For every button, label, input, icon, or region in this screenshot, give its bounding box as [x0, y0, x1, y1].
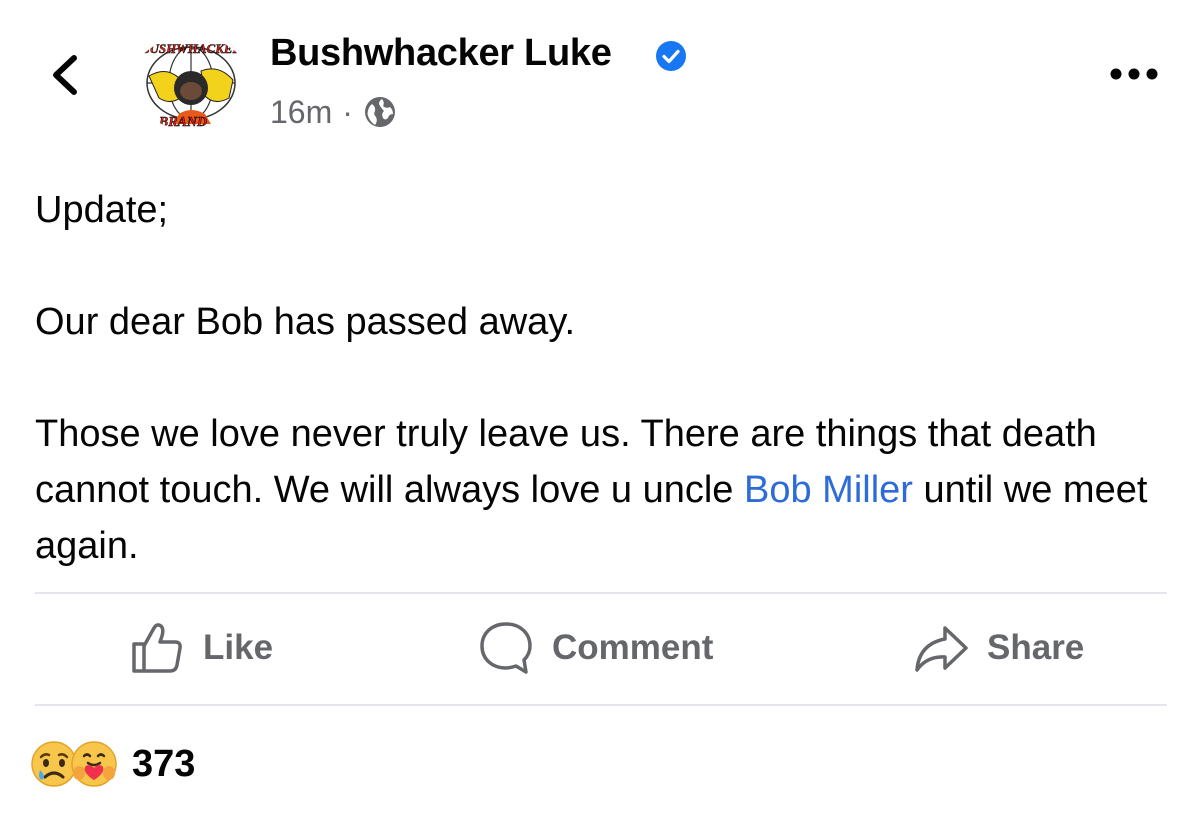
post-meta: 16m · — [270, 92, 397, 132]
back-button[interactable] — [44, 50, 88, 100]
comment-bubble-icon — [480, 622, 532, 674]
divider-bottom — [35, 704, 1167, 706]
reactions-summary[interactable]: 373 — [30, 738, 195, 790]
like-button[interactable]: Like — [129, 620, 273, 676]
thumbs-up-icon — [132, 623, 182, 673]
brand-logo: BUSHWHACKER BRAND — [132, 37, 250, 130]
avatar-text-bottom: BRAND — [158, 115, 207, 130]
mention-link[interactable]: Bob Miller — [744, 469, 913, 511]
comment-label: Comment — [552, 628, 714, 667]
reaction-count: 373 — [132, 742, 196, 785]
avatar[interactable]: BUSHWHACKER BRAND — [131, 36, 251, 130]
like-label: Like — [203, 628, 274, 667]
post-body: Update; Our dear Bob has passed away. Th… — [35, 182, 1175, 574]
post-line-announcement: Our dear Bob has passed away. — [35, 301, 576, 343]
post-line-tribute: Those we love never truly leave us. Ther… — [35, 406, 1175, 574]
post-timestamp[interactable]: 16m — [270, 94, 332, 131]
author-name[interactable]: Bushwhacker Luke — [270, 32, 612, 75]
more-options-button[interactable] — [1108, 62, 1160, 86]
action-bar: Like Comment Share — [35, 598, 1167, 702]
share-label: Share — [987, 628, 1085, 667]
share-button[interactable]: Share — [913, 620, 1084, 676]
avatar-text-top: BUSHWHACKER — [140, 41, 242, 56]
post-line-update: Update; — [35, 189, 169, 231]
verified-badge-icon — [656, 41, 686, 71]
meta-separator: · — [342, 93, 353, 130]
care-reaction-icon — [71, 741, 117, 787]
globe-icon — [364, 97, 395, 127]
more-horizontal-icon — [1110, 68, 1158, 80]
divider-top — [35, 592, 1167, 594]
chevron-left-icon — [53, 55, 77, 95]
share-arrow-icon — [915, 626, 968, 672]
comment-button[interactable]: Comment — [478, 620, 713, 676]
post-header: BUSHWHACKER BRAND Bushwhacker Luke 16m · — [0, 0, 1200, 150]
